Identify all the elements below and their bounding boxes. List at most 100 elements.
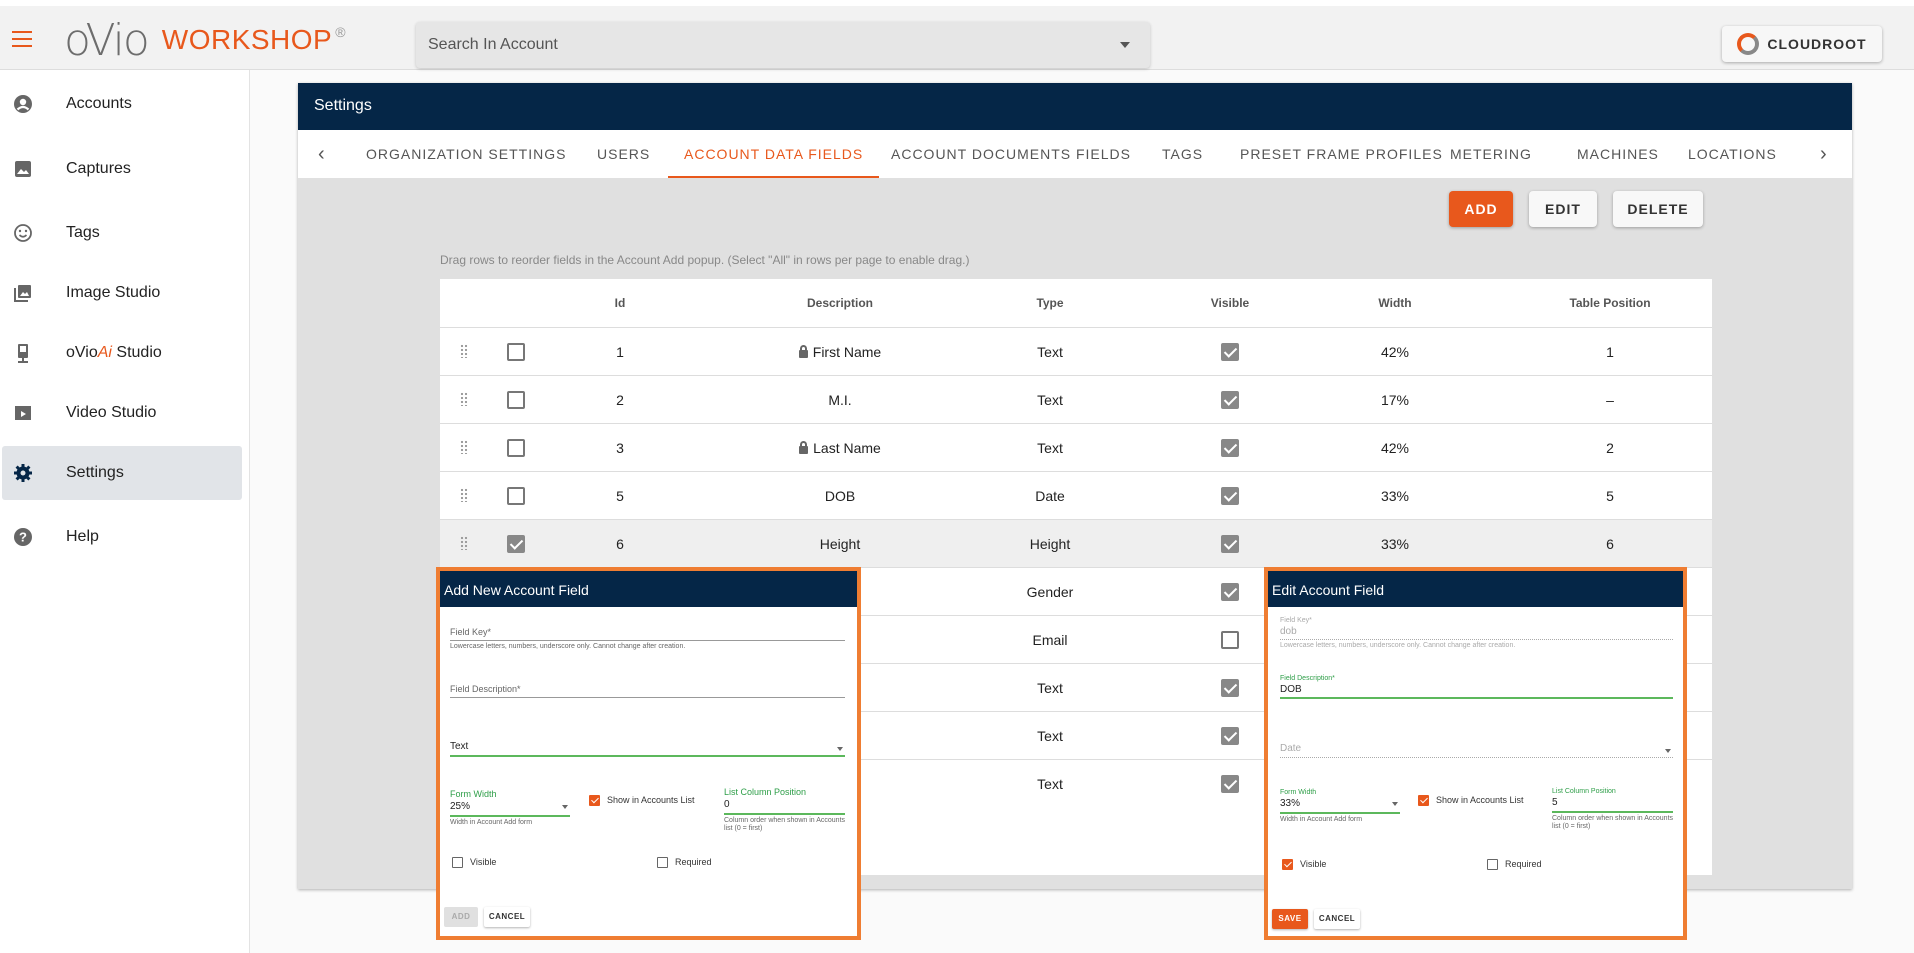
column-header-description[interactable]: Description: [740, 279, 940, 327]
cell-text: Last Name: [813, 440, 881, 456]
drag-handle-icon[interactable]: [460, 344, 468, 358]
column-header-type[interactable]: Type: [1000, 279, 1100, 327]
cancel-button[interactable]: CANCEL: [1314, 909, 1360, 929]
required-label: Required: [675, 857, 712, 867]
account-search-select[interactable]: Search In Account: [416, 22, 1150, 68]
sidebar-item-tags[interactable]: Tags: [2, 206, 242, 260]
field-key-input[interactable]: Field Key* Lowercase letters, numbers, u…: [450, 627, 845, 651]
dialog-title: Add New Account Field: [440, 571, 857, 607]
required-checkbox[interactable]: [657, 857, 668, 868]
list-position-input[interactable]: List Column Position 0 Column order when…: [724, 787, 845, 834]
add-button[interactable]: ADD: [444, 907, 478, 927]
drag-handle-icon[interactable]: [460, 392, 468, 406]
drag-handle-icon[interactable]: [460, 488, 468, 502]
column-header-table-position[interactable]: Table Position: [1510, 279, 1710, 327]
cell-id: 1: [590, 328, 650, 376]
visible-checkbox[interactable]: [1282, 859, 1293, 870]
cell-text: 33%: [1380, 536, 1410, 552]
column-header-width[interactable]: Width: [1345, 279, 1445, 327]
visible-checkbox[interactable]: [452, 857, 463, 868]
delete-button[interactable]: DELETE: [1613, 191, 1703, 227]
field-description-input[interactable]: Field Description*: [450, 684, 845, 698]
row-select-checkbox[interactable]: [507, 439, 525, 457]
form-width-label: Form Width: [1280, 789, 1317, 796]
visible-checkbox: [1221, 775, 1239, 793]
required-checkbox[interactable]: [1487, 859, 1498, 870]
save-button[interactable]: SAVE: [1272, 909, 1308, 929]
field-key-input[interactable]: Field Key* dob Lowercase letters, number…: [1280, 617, 1673, 650]
list-position-input[interactable]: List Column Position 5 Column order when…: [1552, 788, 1673, 832]
row-select-checkbox[interactable]: [507, 487, 525, 505]
field-description-input[interactable]: Field Description* DOB: [1280, 675, 1673, 699]
form-width-select[interactable]: Form Width 25% Width in Account Add form: [450, 789, 570, 827]
account-button[interactable]: CLOUDROOT: [1722, 26, 1882, 62]
cell-width: 42%: [1345, 328, 1445, 376]
cell-text: 2: [616, 392, 624, 408]
menu-icon[interactable]: [12, 31, 32, 47]
tab-preset-frame-profiles[interactable]: PRESET FRAME PROFILES: [1224, 130, 1459, 178]
cell-id: 5: [590, 472, 650, 520]
column-header-visible[interactable]: Visible: [1180, 279, 1280, 327]
field-description-value: DOB: [1280, 684, 1673, 699]
cell-width: 33%: [1345, 472, 1445, 520]
cell-text: 3: [616, 440, 624, 456]
type-select-value: Text: [450, 741, 845, 757]
tab-account-data-fields[interactable]: ACCOUNT DATA FIELDS: [668, 130, 880, 178]
tab-organization-settings[interactable]: ORGANIZATION SETTINGS: [350, 130, 582, 178]
tab-users[interactable]: USERS: [581, 130, 666, 178]
sidebar-item-label: oVioAi Studio: [66, 344, 162, 362]
dialog-title: Edit Account Field: [1268, 571, 1683, 607]
tab-tags[interactable]: TAGS: [1146, 130, 1219, 178]
sidebar-item-settings[interactable]: Settings: [2, 446, 242, 500]
sidebar-item-image-studio[interactable]: Image Studio: [2, 266, 242, 320]
cell-width: 42%: [1345, 424, 1445, 472]
sidebar-item-ovioai-studio[interactable]: oVioAi Studio: [2, 326, 242, 380]
cancel-button[interactable]: CANCEL: [484, 907, 530, 927]
table-row[interactable]: 3 Last Name Text 42% 2: [440, 423, 1712, 471]
cell-description: First Name: [740, 328, 940, 376]
show-in-list-checkbox[interactable]: [1418, 795, 1429, 806]
sidebar-item-label: Help: [66, 528, 99, 545]
tab-account-documents-fields[interactable]: ACCOUNT DOCUMENTS FIELDS: [875, 130, 1147, 178]
cell-position: 2: [1510, 424, 1710, 472]
sidebar-item-label: Video Studio: [66, 404, 157, 421]
table-row[interactable]: 6 Height Height 33% 6: [440, 519, 1712, 567]
cell-type: Email: [1000, 616, 1100, 664]
sidebar-item-captures[interactable]: Captures: [2, 142, 242, 196]
show-in-list-checkbox[interactable]: [589, 795, 600, 806]
help-icon: ?: [12, 526, 34, 548]
visible-checkbox: [1221, 583, 1239, 601]
table-row[interactable]: 5 DOB Date 33% 5: [440, 471, 1712, 519]
row-select-checkbox[interactable]: [507, 391, 525, 409]
row-select-checkbox[interactable]: [507, 343, 525, 361]
type-value: Text: [450, 741, 469, 752]
chevron-left-icon[interactable]: ‹: [318, 143, 325, 166]
table-row[interactable]: 1 First Name Text 42% 1: [440, 327, 1712, 375]
visible-checkbox: [1221, 535, 1239, 553]
sidebar-item-accounts[interactable]: Accounts: [2, 77, 242, 131]
form-width-select[interactable]: Form Width 33% Width in Account Add form: [1280, 789, 1400, 824]
add-button[interactable]: ADD: [1449, 191, 1513, 227]
type-select[interactable]: Text: [450, 739, 845, 757]
table-row[interactable]: 2 M.I. Text 17% –: [440, 375, 1712, 423]
column-header-id[interactable]: Id: [590, 279, 650, 327]
cell-text: 5: [616, 488, 624, 504]
dropdown-arrow-icon: [562, 805, 568, 809]
search-placeholder: Search In Account: [428, 36, 558, 53]
field-key-hint: Lowercase letters, numbers, underscore o…: [1280, 642, 1516, 649]
type-value: Date: [1280, 743, 1302, 754]
chevron-right-icon[interactable]: ›: [1820, 143, 1827, 166]
sidebar-item-help[interactable]: ? Help: [2, 510, 242, 564]
cell-position: 5: [1510, 472, 1710, 520]
row-select-checkbox[interactable]: [507, 535, 525, 553]
cell-text: 42%: [1380, 440, 1410, 456]
sidebar-item-video-studio[interactable]: Video Studio: [2, 386, 242, 440]
edit-button[interactable]: EDIT: [1529, 191, 1597, 227]
type-select[interactable]: Date: [1280, 741, 1673, 758]
cell-text: Text: [1037, 728, 1063, 744]
tab-locations[interactable]: LOCATIONS: [1672, 130, 1793, 178]
drag-handle-icon[interactable]: [460, 440, 468, 454]
tab-metering[interactable]: METERING: [1434, 130, 1548, 178]
tab-machines[interactable]: MACHINES: [1561, 130, 1675, 178]
drag-handle-icon[interactable]: [460, 536, 468, 550]
